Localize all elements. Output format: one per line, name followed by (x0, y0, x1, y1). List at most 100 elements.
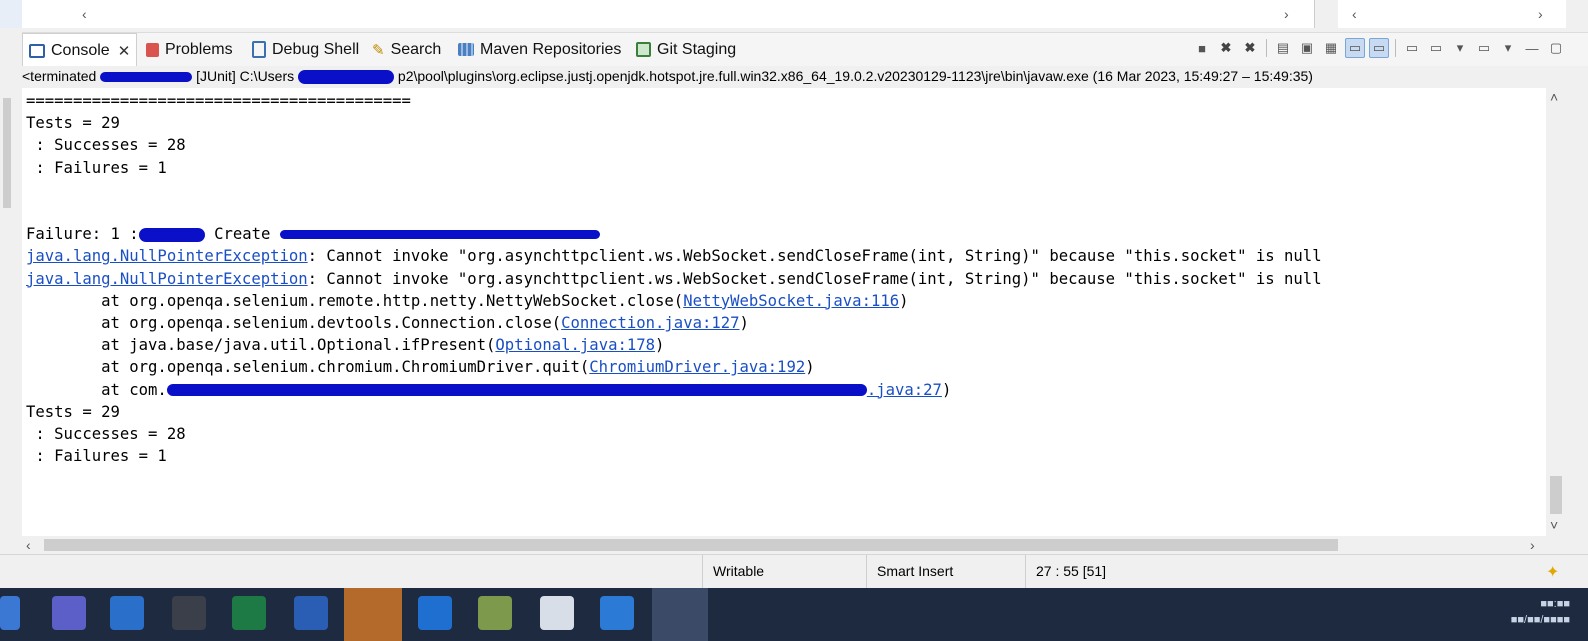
console-output[interactable]: ========================================… (22, 88, 1546, 536)
scroll-right-arrow-icon[interactable]: › (1538, 7, 1543, 21)
frame-suffix: ) (899, 291, 909, 310)
frame-suffix: ) (941, 380, 952, 399)
document-icon[interactable] (540, 596, 574, 630)
scroll-lock-icon[interactable]: ▣ (1297, 38, 1317, 58)
maximize-icon[interactable]: ▢ (1546, 38, 1566, 58)
pin-console-icon[interactable]: ▭ (1402, 38, 1422, 58)
word-wrap-icon[interactable]: ▦ (1321, 38, 1341, 58)
terminate-icon[interactable]: ■ (1192, 38, 1212, 58)
tab-label: Console (51, 41, 110, 59)
exception-message: : Cannot invoke "org.asynchttpclient.ws.… (307, 269, 1322, 288)
frame-source-link[interactable]: NettyWebSocket.java:116 (683, 292, 899, 310)
toolbar-separator (1395, 39, 1396, 57)
status-insert-mode: Smart Insert (866, 555, 1025, 589)
stack-frame: at java.base/java.util.Optional.ifPresen… (26, 336, 664, 354)
teams-icon[interactable] (52, 596, 86, 630)
excel-icon[interactable] (232, 596, 266, 630)
tab-search[interactable]: ✎ Search (372, 33, 441, 66)
debug-shell-icon (252, 41, 266, 58)
scroll-thumb[interactable] (44, 539, 1338, 551)
display-console-icon[interactable]: ▭ (1426, 38, 1446, 58)
toolbar-separator (1266, 39, 1267, 57)
start-icon[interactable] (0, 596, 20, 630)
scroll-thumb[interactable] (3, 98, 11, 208)
search-icon: ✎ (372, 41, 385, 59)
tab-debug-shell[interactable]: Debug Shell (252, 33, 359, 66)
show-on-stdout-icon[interactable]: ▭ (1345, 38, 1365, 58)
chevron-down-icon[interactable]: ▾ (1450, 38, 1470, 58)
frame-source-link[interactable]: .java:27 (867, 381, 942, 399)
open-console-icon[interactable]: ▭ (1474, 38, 1494, 58)
redaction-mark (138, 227, 205, 242)
tab-console[interactable]: Console ✕ (22, 33, 138, 67)
scroll-right-arrow-icon[interactable]: › (1530, 538, 1535, 552)
separator-line: ========================================… (26, 92, 411, 110)
remove-launch-icon[interactable]: ✖ (1216, 38, 1236, 58)
scroll-thumb[interactable] (1550, 476, 1562, 514)
lightbulb-icon[interactable]: ✦ (1546, 562, 1559, 582)
remove-all-launches-icon[interactable]: ✖ (1240, 38, 1260, 58)
system-clock[interactable]: ■■:■■ ■■/■■/■■■■ (1511, 596, 1570, 628)
tab-label: Debug Shell (272, 40, 360, 58)
stack-frame: at org.openqa.selenium.remote.http.netty… (26, 291, 909, 310)
frame-suffix: ) (805, 358, 815, 377)
console-horizontal-scrollbar[interactable]: ‹ › (22, 536, 1546, 554)
status-writable: Writable (702, 555, 867, 589)
notepad-icon[interactable] (478, 596, 512, 630)
process-prefix: <terminated (22, 68, 97, 84)
show-on-stderr-icon[interactable]: ▭ (1369, 38, 1389, 58)
outlook-icon[interactable] (110, 596, 144, 630)
frame-method: at org.openqa.selenium.devtools.Connecti… (26, 314, 562, 333)
tab-git-staging[interactable]: Git Staging (636, 33, 736, 66)
tests-count: Tests = 29 (26, 402, 120, 421)
frame-source-link[interactable]: Connection.java:127 (561, 314, 739, 332)
stack-frame: at org.openqa.selenium.chromium.Chromium… (26, 358, 815, 376)
failure-prefix: Failure: 1 : (26, 225, 139, 244)
process-path: p2\pool\plugins\org.eclipse.justj.openjd… (397, 68, 1313, 84)
failure-create: Create (214, 225, 271, 244)
frame-source-link[interactable]: Optional.java:178 (495, 336, 655, 354)
exception-link[interactable]: java.lang.NullPointerException (26, 247, 308, 265)
frame-source-link[interactable]: ChromiumDriver.java:192 (589, 358, 805, 376)
scroll-left-arrow-icon[interactable]: ‹ (26, 538, 31, 552)
exception-link[interactable]: java.lang.NullPointerException (26, 270, 308, 288)
frame-method: at org.openqa.selenium.chromium.Chromium… (26, 358, 590, 377)
stack-frame: at org.openqa.selenium.devtools.Connecti… (26, 314, 749, 332)
frame-suffix: ) (739, 314, 749, 333)
successes-count: : Successes = 28 (26, 136, 186, 155)
console-icon (29, 43, 45, 58)
exception-message: : Cannot invoke "org.asynchttpclient.ws.… (307, 247, 1322, 266)
close-icon[interactable]: ✕ (118, 42, 131, 60)
scroll-down-arrow-icon[interactable]: ˅ (1550, 518, 1558, 532)
tab-label: Problems (165, 40, 233, 58)
editor-hscroll-area[interactable]: ‹ › (22, 0, 1315, 28)
clear-console-icon[interactable]: ▤ (1273, 38, 1293, 58)
console-vertical-scrollbar[interactable]: ˄ ˅ (1546, 88, 1566, 536)
chrome-icon[interactable] (418, 596, 452, 630)
status-bar: Writable Smart Insert 27 : 55 [51] ✦ (0, 554, 1588, 589)
edge-icon[interactable] (344, 588, 402, 641)
maven-icon (458, 43, 474, 56)
scroll-left-arrow-icon[interactable]: ‹ (1352, 7, 1357, 21)
app-icon[interactable] (600, 596, 634, 630)
minimize-icon[interactable]: — (1522, 38, 1542, 58)
left-scrollbar[interactable] (0, 88, 14, 536)
terminal-icon[interactable] (172, 596, 206, 630)
tab-maven-repositories[interactable]: Maven Repositories (458, 33, 621, 66)
scroll-left-arrow-icon[interactable]: ‹ (82, 7, 87, 21)
failures-count: : Failures = 1 (26, 158, 167, 177)
tab-problems[interactable]: Problems (146, 33, 233, 66)
word-icon[interactable] (294, 596, 328, 630)
chevron-down-icon[interactable]: ▾ (1498, 38, 1518, 58)
eclipse-icon[interactable] (652, 588, 708, 641)
console-toolbar: ■ ✖ ✖ ▤ ▣ ▦ ▭ ▭ ▭ ▭ ▾ ▭ ▾ — ▢ (1192, 38, 1566, 58)
frame-method: at java.base/java.util.Optional.ifPresen… (26, 336, 496, 355)
outline-pane-remnant: ‹ › (1338, 0, 1566, 28)
scroll-up-arrow-icon[interactable]: ˄ (1550, 90, 1558, 104)
scroll-right-arrow-icon[interactable]: › (1284, 7, 1289, 21)
frame-suffix: ) (655, 336, 665, 355)
failures-count: : Failures = 1 (26, 447, 167, 466)
frame-method: at org.openqa.selenium.remote.http.netty… (26, 291, 684, 310)
frame-method: at com. (26, 380, 167, 399)
problems-icon (146, 42, 159, 57)
